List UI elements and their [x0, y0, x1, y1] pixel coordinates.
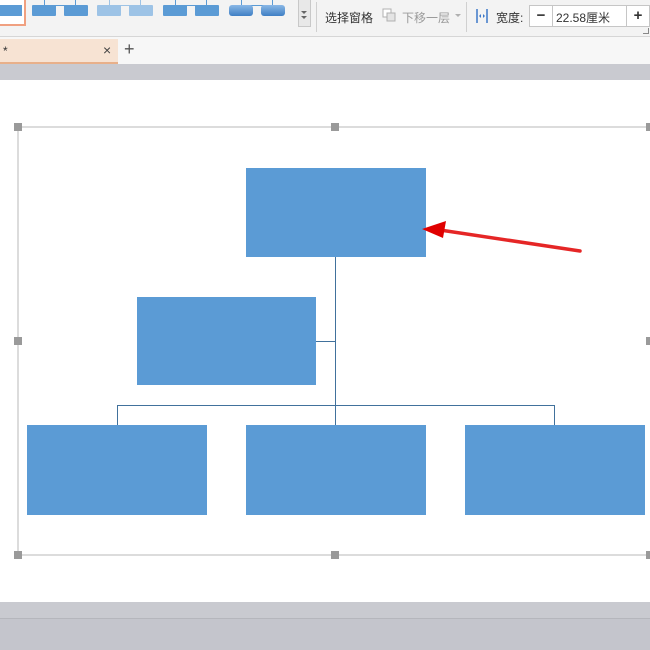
- org-chart-diagram[interactable]: [0, 0, 650, 650]
- resize-handle-top-left[interactable]: [14, 123, 22, 131]
- org-chart-child-box-1[interactable]: [27, 425, 207, 515]
- org-chart-child-box-2[interactable]: [246, 425, 426, 515]
- resize-handle-top-right[interactable]: [646, 123, 650, 131]
- org-chart-child-box-3[interactable]: [465, 425, 645, 515]
- resize-handle-bottom[interactable]: [331, 551, 339, 559]
- resize-handle-bottom-right[interactable]: [646, 551, 650, 559]
- resize-handle-right[interactable]: [646, 337, 650, 345]
- resize-handle-top[interactable]: [331, 123, 339, 131]
- org-chart-top-box[interactable]: [246, 168, 426, 257]
- org-chart-assistant-box[interactable]: [137, 297, 316, 385]
- red-arrow-annotation: [422, 221, 582, 253]
- resize-handle-left[interactable]: [14, 337, 22, 345]
- resize-handle-bottom-left[interactable]: [14, 551, 22, 559]
